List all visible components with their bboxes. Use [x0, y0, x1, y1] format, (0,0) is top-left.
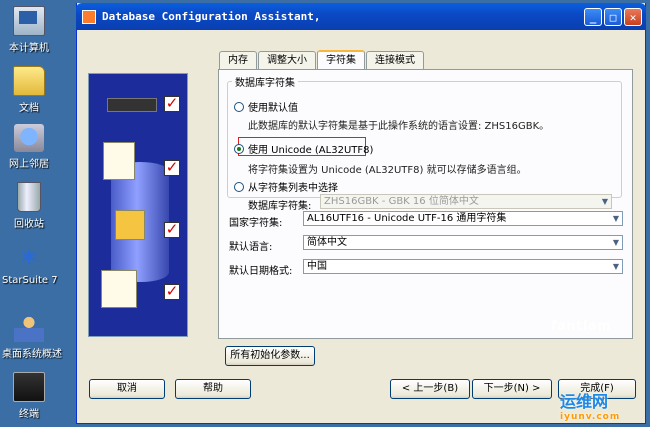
title-bar[interactable]: Database Configuration Assistant, _ □ ✕: [76, 3, 646, 30]
document-graphic: [103, 142, 135, 180]
minimize-button[interactable]: _: [584, 7, 602, 26]
radio-use-unicode[interactable]: 使用 Unicode (AL32UTF8): [234, 141, 373, 156]
radio-circle-selected[interactable]: [234, 143, 244, 154]
desktop-icon-starsuite[interactable]: ✶ StarSuite 7: [2, 243, 58, 286]
tab-sizing[interactable]: 调整大小: [258, 51, 316, 70]
site-watermark: 运维网 iyunv.com: [560, 388, 620, 422]
national-charset-select[interactable]: AL16UTF16 - Unicode UTF-16 通用字符集 ▼: [303, 211, 623, 226]
checkmark-icon: ✓: [164, 282, 180, 300]
all-init-params-button[interactable]: 所有初始化参数...: [225, 346, 315, 366]
tab-connection-mode[interactable]: 连接模式: [366, 51, 424, 70]
desktop-icon-label: 文档: [19, 103, 39, 114]
back-button[interactable]: < 上一步(B): [390, 379, 470, 399]
radio-circle[interactable]: [234, 101, 244, 112]
db-charset-label: 数据库字符集:: [248, 201, 312, 212]
unicode-hint: 将字符集设置为 Unicode (AL32UTF8) 就可以存储多语言组。: [248, 165, 527, 176]
chevron-down-icon: ▼: [601, 197, 609, 206]
database-charset-group: 数据库字符集 使用默认值 此数据库的默认字符集是基于此操作系统的语言设置: ZH…: [227, 74, 622, 212]
desktop-icon-label: 桌面系统概述: [2, 349, 62, 360]
terminal-icon: [13, 372, 45, 402]
author-watermark: fantiam: [551, 319, 612, 334]
default-language-label: 默认语言:: [229, 242, 273, 253]
radio-label: 使用默认值: [248, 103, 298, 114]
next-button[interactable]: 下一步(N) >: [472, 379, 552, 399]
close-button[interactable]: ✕: [624, 7, 642, 26]
chevron-down-icon: ▼: [612, 238, 620, 247]
recycle-bin-icon: [17, 182, 41, 212]
help-button[interactable]: 帮助: [175, 379, 251, 399]
chevron-down-icon: ▼: [612, 214, 620, 223]
desktop-icon-my-computer[interactable]: 本计算机: [2, 6, 56, 54]
desktop-icon-label: 网上邻居: [9, 159, 49, 170]
wizard-illustration: ✓ ✓ ✓ ✓: [88, 73, 188, 337]
desktop-icon-label: StarSuite 7: [2, 275, 58, 286]
desktop-icon-overview[interactable]: 桌面系统概述: [2, 314, 62, 360]
radio-use-default[interactable]: 使用默认值: [234, 99, 298, 114]
desktop-icon-recycle-bin[interactable]: 回收站: [2, 182, 56, 230]
app-icon: [82, 9, 96, 24]
select-value: AL16UTF16 - Unicode UTF-16 通用字符集: [307, 213, 507, 224]
star-icon: ✶: [18, 243, 40, 273]
tab-memory[interactable]: 内存: [219, 51, 257, 70]
desktop-icon-label: 终端: [19, 409, 39, 420]
site-watermark-url: iyunv.com: [560, 412, 621, 422]
chip-graphic: [107, 98, 157, 112]
select-value: 简体中文: [307, 237, 347, 248]
select-value: ZHS16GBK - GBK 16 位简体中文: [324, 196, 479, 207]
computer-icon: [13, 6, 45, 36]
person-icon: [14, 314, 44, 342]
desktop-icon-label: 回收站: [14, 219, 44, 230]
default-language-select[interactable]: 简体中文 ▼: [303, 235, 623, 250]
select-value: 中国: [307, 261, 327, 272]
shapes-graphic: [115, 210, 145, 240]
site-watermark-title: 运维网: [560, 392, 609, 411]
network-icon: [14, 124, 44, 152]
window-title: Database Configuration Assistant,: [102, 10, 321, 23]
radio-choose-from-list[interactable]: 从字符集列表中选择: [234, 179, 338, 194]
checkmark-icon: ✓: [164, 94, 180, 112]
radio-circle[interactable]: [234, 181, 244, 192]
radio-label: 从字符集列表中选择: [248, 183, 338, 194]
charset-tab-panel: 数据库字符集 使用默认值 此数据库的默认字符集是基于此操作系统的语言设置: ZH…: [218, 69, 633, 339]
default-charset-hint: 此数据库的默认字符集是基于此操作系统的语言设置: ZHS16GBK。: [248, 121, 550, 132]
date-format-select[interactable]: 中国 ▼: [303, 259, 623, 274]
cancel-button[interactable]: 取消: [89, 379, 165, 399]
maximize-button[interactable]: □: [604, 7, 622, 26]
db-charset-select[interactable]: ZHS16GBK - GBK 16 位简体中文 ▼: [320, 194, 612, 209]
help-document-graphic: [101, 270, 137, 308]
checkmark-icon: ✓: [164, 220, 180, 238]
tab-charset[interactable]: 字符集: [317, 50, 365, 71]
folder-icon: [13, 66, 45, 96]
desktop-icon-terminal[interactable]: 终端: [2, 372, 56, 420]
dbca-window: Database Configuration Assistant, _ □ ✕ …: [76, 3, 646, 424]
chevron-down-icon: ▼: [612, 262, 620, 271]
checkmark-icon: ✓: [164, 158, 180, 176]
date-format-label: 默认日期格式:: [229, 266, 293, 277]
desktop-icon-network[interactable]: 网上邻居: [2, 124, 56, 170]
desktop-icon-documents[interactable]: 文档: [2, 66, 56, 114]
group-label: 数据库字符集: [235, 78, 295, 89]
national-charset-label: 国家字符集:: [229, 218, 283, 229]
desktop-icon-label: 本计算机: [9, 43, 49, 54]
radio-label: 使用 Unicode (AL32UTF8): [248, 145, 374, 156]
